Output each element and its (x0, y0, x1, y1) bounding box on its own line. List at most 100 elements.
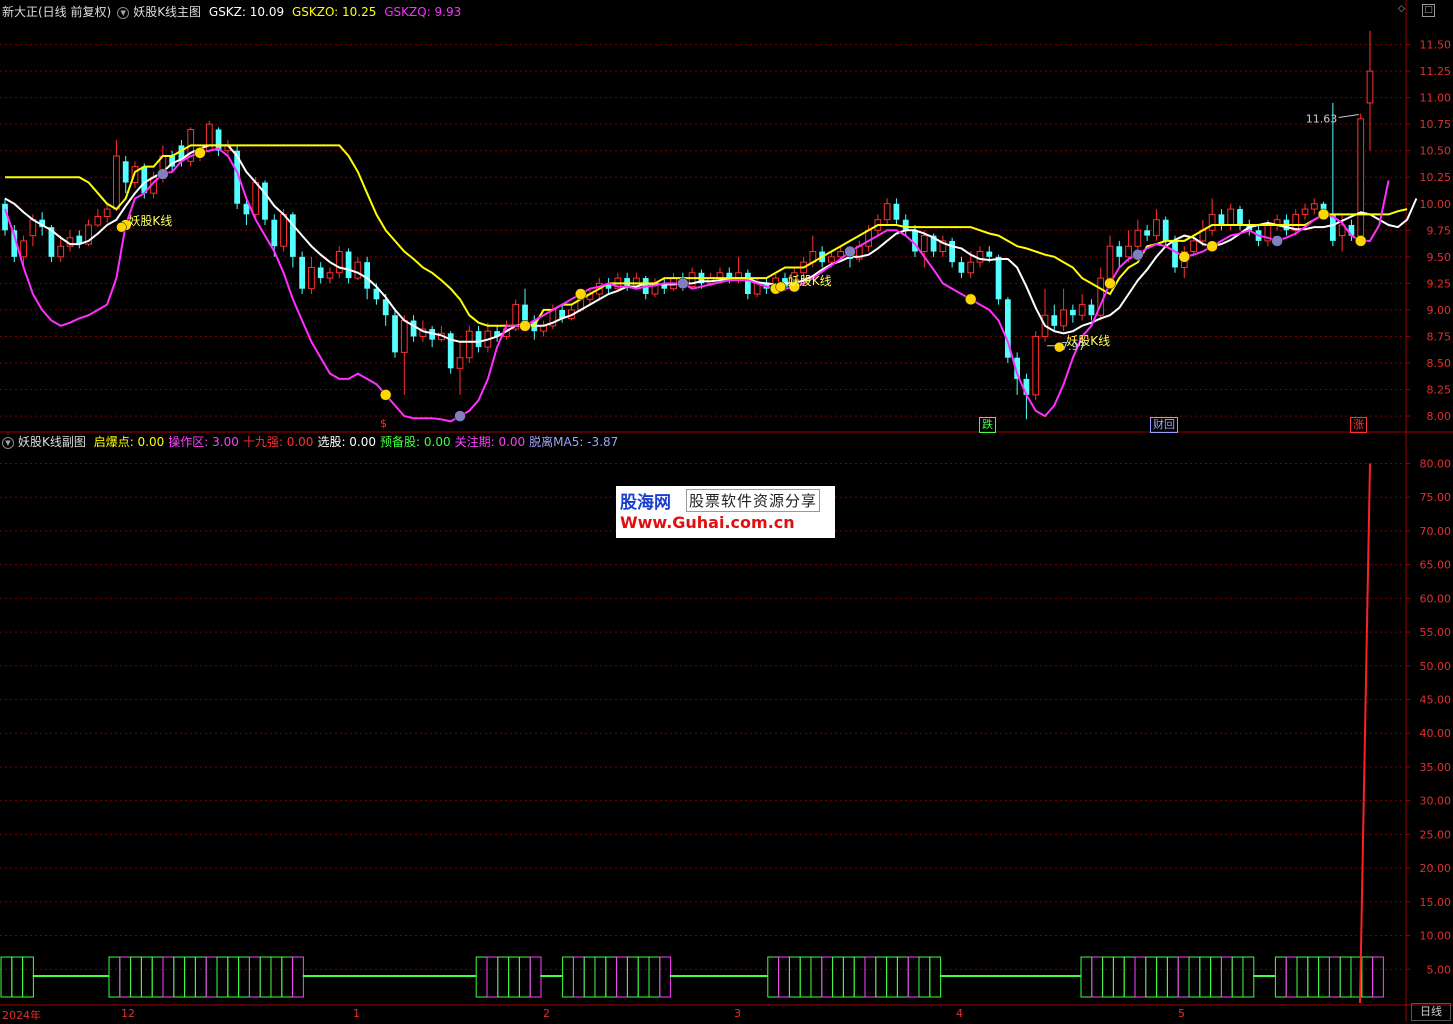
smiley-marker (1271, 235, 1283, 247)
sub-box (918, 956, 931, 998)
candle-body (1144, 230, 1151, 236)
flag-fall: 跌 (979, 417, 996, 433)
candle-body (920, 235, 928, 253)
candle (976, 246, 984, 268)
square-button-icon[interactable]: □ (1422, 4, 1435, 17)
x-label-feb: 2 (543, 1007, 550, 1020)
sub-box (875, 956, 888, 998)
sub-value-5: 关注期: 0.00 (454, 435, 526, 449)
sub-box (799, 956, 812, 998)
candle (920, 230, 928, 268)
smiley-marker (844, 245, 856, 258)
sub-boxes (0, 956, 1384, 998)
ma-white-line (4, 144, 1418, 343)
flag-rise: 涨 (1350, 417, 1367, 433)
sub-y-tick-label: 65.00 (1420, 559, 1452, 572)
candle-body (1051, 315, 1058, 326)
sub-box (1123, 956, 1136, 998)
sub-box (130, 956, 142, 998)
smiley-marker (1132, 248, 1144, 261)
sub-y-tick-label: 50.00 (1420, 660, 1452, 673)
sub-box (248, 956, 261, 998)
magenta-line (4, 147, 1390, 423)
x-label-mar: 3 (734, 1007, 741, 1020)
sub-box (1231, 956, 1244, 998)
sub-box (1361, 956, 1374, 998)
smiley-marker (1178, 251, 1191, 263)
diamond-icon[interactable]: ◇ (1396, 4, 1407, 15)
candle (1153, 209, 1160, 241)
indicator-toggle-icon[interactable]: ▼ (117, 6, 130, 19)
sub-value-6: 脱离MA5: -3.87 (529, 435, 619, 449)
candle-body (410, 320, 417, 337)
sub-value-1: 操作区: 3.00 (168, 435, 239, 449)
sub-box (184, 956, 196, 998)
candle (1097, 267, 1105, 321)
candle-body (299, 256, 306, 289)
y-tick-label: 8.50 (1427, 357, 1452, 370)
candle (438, 325, 445, 342)
smiley-marker (157, 168, 169, 180)
sub-box (1296, 956, 1309, 998)
sub-y-tick-label: 5.00 (1427, 963, 1452, 976)
candle-body (280, 213, 287, 247)
sub-indicator-name[interactable]: 妖股K线副图 (18, 435, 86, 449)
y-tick-label: 9.00 (1427, 304, 1452, 317)
candle (215, 127, 222, 156)
candle-body (1357, 118, 1365, 237)
sub-box (637, 956, 650, 998)
candle-body (113, 155, 120, 210)
sub-box (810, 956, 823, 998)
candle (744, 269, 751, 300)
candle-body (1310, 203, 1318, 210)
sub-box (767, 956, 780, 998)
sub-indicator-toggle-icon[interactable]: ▼ (2, 436, 14, 449)
sub-box (1188, 956, 1201, 998)
candle-body (317, 267, 324, 279)
candle (1116, 240, 1123, 268)
sub-box (616, 956, 628, 998)
y-tick-label: 11.50 (1420, 39, 1452, 52)
candle (475, 325, 482, 353)
y-tick-label: 10.50 (1420, 145, 1452, 158)
candle (670, 272, 677, 291)
sub-box (475, 956, 488, 998)
candle (354, 256, 362, 281)
candle (335, 246, 343, 279)
candle (586, 288, 594, 305)
flag-dollar: $ (380, 417, 387, 430)
sub-box (216, 956, 229, 998)
smiley-marker (519, 320, 531, 332)
sub-box (259, 956, 272, 998)
candle-body (456, 357, 464, 369)
watermark-url: Www.Guhai.com.cn (620, 513, 795, 532)
candle-body (1366, 70, 1374, 104)
sub-box (151, 956, 164, 998)
period-button[interactable]: 日线 (1411, 1003, 1451, 1021)
candle-body (20, 240, 27, 258)
signal-coin-icon (116, 221, 127, 233)
sub-value-4: 预备股: 0.00 (380, 435, 451, 449)
candle (1051, 304, 1058, 332)
sub-box (497, 956, 510, 998)
candle (568, 304, 575, 321)
candle (1310, 198, 1318, 215)
sub-box (572, 956, 585, 998)
sub-box (173, 956, 186, 998)
smiley-marker (574, 288, 587, 300)
main-indicator-name[interactable]: 妖股K线主图 (133, 5, 201, 19)
candle-body (688, 272, 696, 288)
sub-box (1242, 956, 1255, 998)
main-grid: 8.00 8.25 8.50 8.75 9.00 9.25 9.50 9.75 10.00 10.… (0, 39, 1452, 423)
sub-box (281, 956, 294, 998)
sub-box (1199, 956, 1212, 998)
sub-box (778, 956, 790, 998)
sub-box (1102, 956, 1114, 998)
sub-box (1274, 956, 1287, 998)
sub-indicator-values: 启爆点: 0.00 操作区: 3.00 十九强: 0.00 选股: 0.00 预备股: … (94, 435, 623, 449)
candle (66, 230, 74, 252)
sub-box (227, 956, 240, 998)
candle (392, 309, 398, 358)
stock-title[interactable]: 新大正(日线 前复权) (2, 5, 111, 19)
sub-y-tick-label: 10.00 (1420, 930, 1452, 943)
